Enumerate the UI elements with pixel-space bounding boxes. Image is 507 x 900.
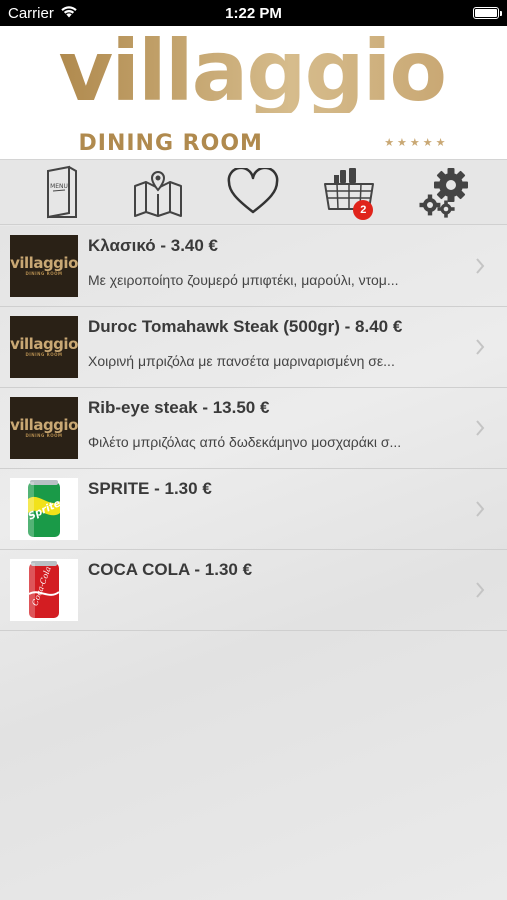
chevron-right-icon — [476, 582, 485, 598]
gears-icon — [419, 168, 469, 218]
favorites-button[interactable] — [221, 162, 285, 222]
villaggio-logo: villaggio DINING ROOM ★★★★★ — [59, 29, 449, 156]
heart-icon — [228, 168, 279, 214]
svg-text:MENU: MENU — [50, 183, 68, 190]
chevron-right-icon — [476, 420, 485, 436]
cart-count-badge: 2 — [353, 200, 374, 220]
sprite-can-image: Sprite — [10, 478, 78, 540]
list-item[interactable]: Sprite SPRITE - 1.30 € — [0, 469, 507, 550]
coca-cola-can-image: Coca-Cola — [10, 559, 78, 621]
chevron-right-icon — [476, 501, 485, 517]
menu-button[interactable]: MENU — [30, 162, 94, 222]
list-item[interactable]: villaggio DINING ROOM Rib-eye steak - 13.… — [0, 388, 507, 469]
chevron-right-icon — [476, 258, 485, 274]
item-title: Rib-eye steak - 13.50 € — [88, 398, 270, 417]
toolbar: MENU 2 — [0, 159, 507, 225]
product-thumbnail: villaggio DINING ROOM — [10, 397, 78, 459]
item-title: Κλασικό - 3.40 € — [88, 236, 218, 255]
status-left: Carrier — [8, 5, 78, 22]
menu-book-icon: MENU — [46, 165, 77, 219]
item-title: COCA COLA - 1.30 € — [88, 560, 253, 579]
app-header: villaggio DINING ROOM ★★★★★ — [0, 26, 507, 159]
product-list: villaggio DINING ROOM Κλασικό - 3.40 € Με… — [0, 226, 507, 900]
item-title: Duroc Tomahawk Steak (500gr) - 8.40 € — [88, 317, 403, 336]
carrier-label: Carrier — [8, 4, 54, 22]
item-title: SPRITE - 1.30 € — [88, 479, 212, 498]
list-item[interactable]: villaggio DINING ROOM Κλασικό - 3.40 € Με… — [0, 226, 507, 307]
logo-subtitle: DINING ROOM — [78, 131, 263, 156]
map-button[interactable] — [126, 162, 190, 222]
battery-icon — [473, 7, 502, 19]
cart-button[interactable]: 2 — [317, 162, 381, 222]
product-thumbnail: villaggio DINING ROOM — [10, 316, 78, 378]
chevron-right-icon — [476, 339, 485, 355]
list-item[interactable]: villaggio DINING ROOM Duroc Tomahawk Stea… — [0, 307, 507, 388]
logo-wordmark: villaggio — [58, 22, 448, 120]
item-description: Φιλέτο μπριζόλας από δωδεκάμηνο μοσχαράκ… — [88, 434, 402, 450]
list-item[interactable]: Coca-Cola COCA COLA - 1.30 € — [0, 550, 507, 631]
settings-button[interactable] — [413, 162, 477, 222]
wifi-icon — [60, 5, 78, 22]
item-description: Χοιρινή μπριζόλα με πανσέτα μαριναρισμέν… — [88, 353, 395, 369]
logo-stars: ★★★★★ — [384, 137, 449, 149]
item-description: Με χειροποίητο ζουμερό μπιφτέκι, μαρούλι… — [88, 272, 399, 288]
product-thumbnail: villaggio DINING ROOM — [10, 235, 78, 297]
map-icon — [133, 171, 182, 217]
